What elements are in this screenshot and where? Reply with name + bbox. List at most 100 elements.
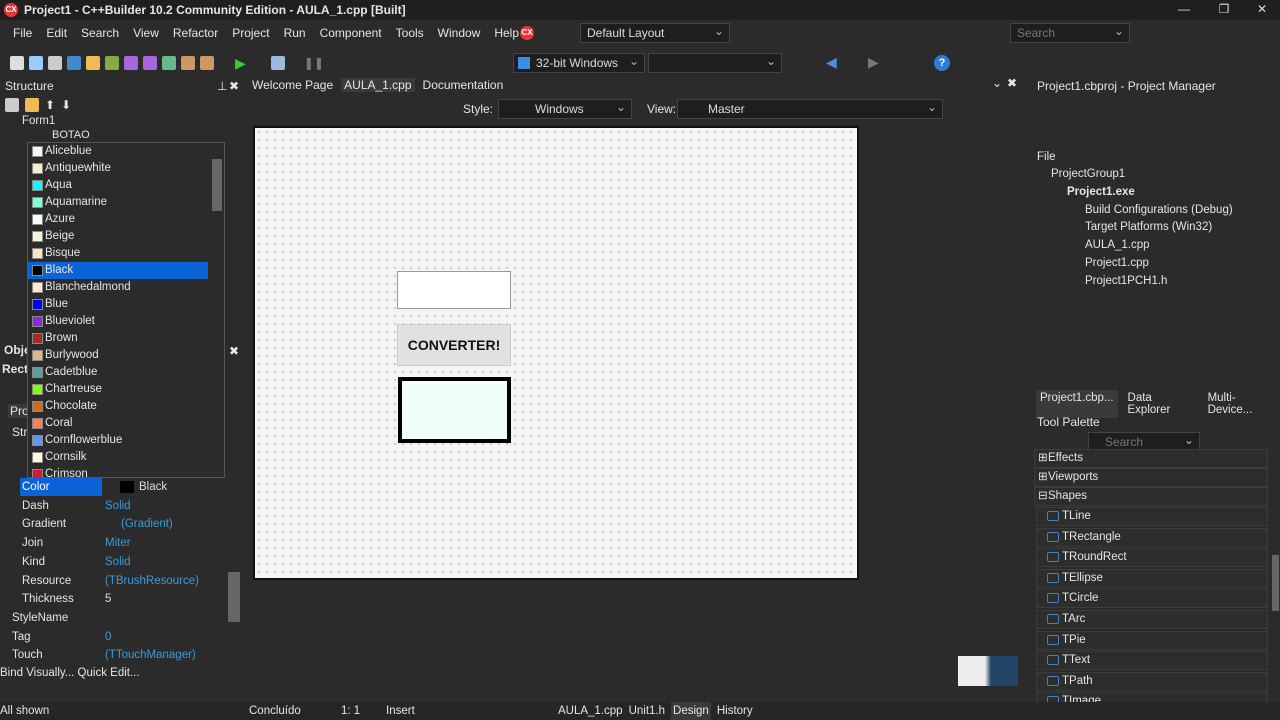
converter-button[interactable]: CONVERTER! <box>397 324 511 366</box>
menu-file[interactable]: File <box>6 22 39 44</box>
color-option[interactable]: Bisque <box>28 245 208 262</box>
tab-list-icon[interactable]: ⌄ <box>992 76 1002 90</box>
property-row-resource[interactable]: Resource (TBrushResource) <box>0 572 240 590</box>
view-tab[interactable]: Unit1.h <box>629 702 665 720</box>
new-file-icon[interactable] <box>10 56 24 70</box>
menu-tools[interactable]: Tools <box>389 22 431 44</box>
menu-window[interactable]: Window <box>431 22 488 44</box>
color-option[interactable]: Coral <box>28 415 208 432</box>
forward-icon[interactable]: ▶ <box>868 54 879 71</box>
palette-item-tline[interactable]: TLine <box>1036 507 1268 526</box>
object-selector[interactable]: Rect <box>2 362 28 376</box>
save-all-icon[interactable] <box>143 56 157 70</box>
down-icon[interactable]: ⬇ <box>61 98 71 112</box>
property-value[interactable]: Solid <box>105 553 131 571</box>
color-option[interactable]: Blanchedalmond <box>28 279 208 296</box>
palette-category-viewports[interactable]: ⊞ Viewports <box>1034 468 1268 487</box>
new-window-icon[interactable] <box>29 56 43 70</box>
color-option[interactable]: Antiquewhite <box>28 160 208 177</box>
color-option[interactable]: Aqua <box>28 177 208 194</box>
palette-category-effects[interactable]: ⊞ Effects <box>1034 449 1268 468</box>
property-value[interactable]: Miter <box>105 534 131 552</box>
property-value[interactable]: (TBrushResource) <box>105 572 199 590</box>
view-combo[interactable]: Master <box>677 98 943 119</box>
minimize-button[interactable]: — <box>1164 0 1204 20</box>
rectangle-shape[interactable] <box>398 377 511 443</box>
scrollbar-thumb[interactable] <box>212 159 222 211</box>
menu-view[interactable]: View <box>126 22 166 44</box>
view-tab[interactable]: History <box>717 702 753 720</box>
menu-run[interactable]: Run <box>277 22 313 44</box>
color-option[interactable]: Chocolate <box>28 398 208 415</box>
form-designer[interactable]: CONVERTER! <box>253 126 859 580</box>
property-value[interactable]: 0 <box>105 628 111 646</box>
property-value[interactable]: (Gradient) <box>121 515 173 533</box>
palette-item-tpath[interactable]: TPath <box>1036 671 1268 691</box>
tree-node-form1[interactable]: Form1 <box>22 115 55 127</box>
project-tree-item[interactable]: Target Platforms (Win32) <box>1085 218 1212 236</box>
project-tree-item[interactable]: Project1.cpp <box>1085 254 1149 272</box>
save-icon[interactable] <box>124 56 138 70</box>
run-without-debug-icon[interactable] <box>270 56 285 70</box>
project-tree-item[interactable]: Project1.exe <box>1067 183 1135 201</box>
project-tree-item[interactable]: AULA_1.cpp <box>1085 236 1150 254</box>
menu-project[interactable]: Project <box>225 22 276 44</box>
close-inspector-icon[interactable]: ✖ <box>229 344 239 358</box>
palette-category-shapes[interactable]: ⊟ Shapes <box>1034 487 1268 506</box>
add-project-icon[interactable] <box>181 56 195 70</box>
tree-node-botao[interactable]: BOTAO <box>52 129 90 141</box>
property-row-tag[interactable]: Tag 0 <box>0 628 240 646</box>
view-tab[interactable]: AULA_1.cpp <box>558 702 623 720</box>
help-icon[interactable]: ? <box>934 55 950 71</box>
color-option[interactable]: Black <box>28 262 208 279</box>
pause-icon[interactable]: ❚❚ <box>304 56 324 70</box>
bottom-tab[interactable]: Data Explorer <box>1124 390 1198 418</box>
property-value[interactable]: 5 <box>105 590 111 608</box>
maximize-button[interactable]: ❐ <box>1204 0 1244 20</box>
property-row-color[interactable]: Color Black <box>0 478 240 496</box>
delete-icon[interactable] <box>25 98 39 112</box>
project-tree-item[interactable]: Project1PCH1.h <box>1085 272 1167 290</box>
color-option[interactable]: Burlywood <box>28 347 208 364</box>
bottom-tab[interactable]: Project1.cbp... <box>1036 390 1118 418</box>
bind-visually-link[interactable]: Bind Visually... Quick Edit... <box>0 667 140 679</box>
stroke-property[interactable]: Str <box>12 425 27 439</box>
editor-tab[interactable]: Documentation <box>423 78 504 92</box>
menu-search[interactable]: Search <box>74 22 126 44</box>
project-tree-item[interactable]: ProjectGroup1 <box>1051 165 1125 183</box>
color-option[interactable]: Beige <box>28 228 208 245</box>
color-option[interactable]: Cornflowerblue <box>28 432 208 449</box>
add-file-icon[interactable] <box>162 56 176 70</box>
inspector-scrollbar[interactable] <box>228 572 240 622</box>
form-icon[interactable] <box>67 56 81 70</box>
color-option[interactable]: Azure <box>28 211 208 228</box>
close-button[interactable]: ✕ <box>1242 0 1280 20</box>
platform-combo[interactable]: 32-bit Windows <box>513 52 645 73</box>
property-row-thickness[interactable]: Thickness 5 <box>0 590 240 608</box>
remove-project-icon[interactable] <box>200 56 214 70</box>
view-tab[interactable]: Design <box>671 702 711 720</box>
menu-component[interactable]: Component <box>313 22 389 44</box>
palette-scrollbar[interactable] <box>1272 555 1279 611</box>
cx-icon[interactable]: CX <box>520 26 534 40</box>
open-icon[interactable] <box>86 56 100 70</box>
pin-icon[interactable]: ⊥ <box>217 79 227 93</box>
ide-search-input[interactable]: Search <box>1010 22 1130 43</box>
property-row-gradient[interactable]: Gradient (Gradient) <box>0 515 240 533</box>
color-option[interactable]: Aliceblue <box>28 143 208 160</box>
color-option[interactable]: Blueviolet <box>28 313 208 330</box>
color-option[interactable]: Cornsilk <box>28 449 208 466</box>
close-tab-icon[interactable]: ✖ <box>1007 76 1017 90</box>
copy-icon[interactable] <box>48 56 62 70</box>
palette-item-trectangle[interactable]: TRectangle <box>1036 527 1268 547</box>
color-option[interactable]: Blue <box>28 296 208 313</box>
color-option[interactable]: Brown <box>28 330 208 347</box>
palette-item-ttext[interactable]: TText <box>1036 651 1268 671</box>
palette-item-troundrect[interactable]: TRoundRect <box>1036 548 1268 568</box>
back-icon[interactable]: ◀ <box>826 54 837 71</box>
edit-input[interactable] <box>397 271 511 309</box>
menu-refactor[interactable]: Refactor <box>166 22 225 44</box>
color-dropdown-list[interactable]: Aliceblue Antiquewhite Aqua Aquamarine Azure… <box>27 142 225 480</box>
property-row-join[interactable]: Join Miter <box>0 534 240 552</box>
expand-icon[interactable] <box>5 98 19 112</box>
